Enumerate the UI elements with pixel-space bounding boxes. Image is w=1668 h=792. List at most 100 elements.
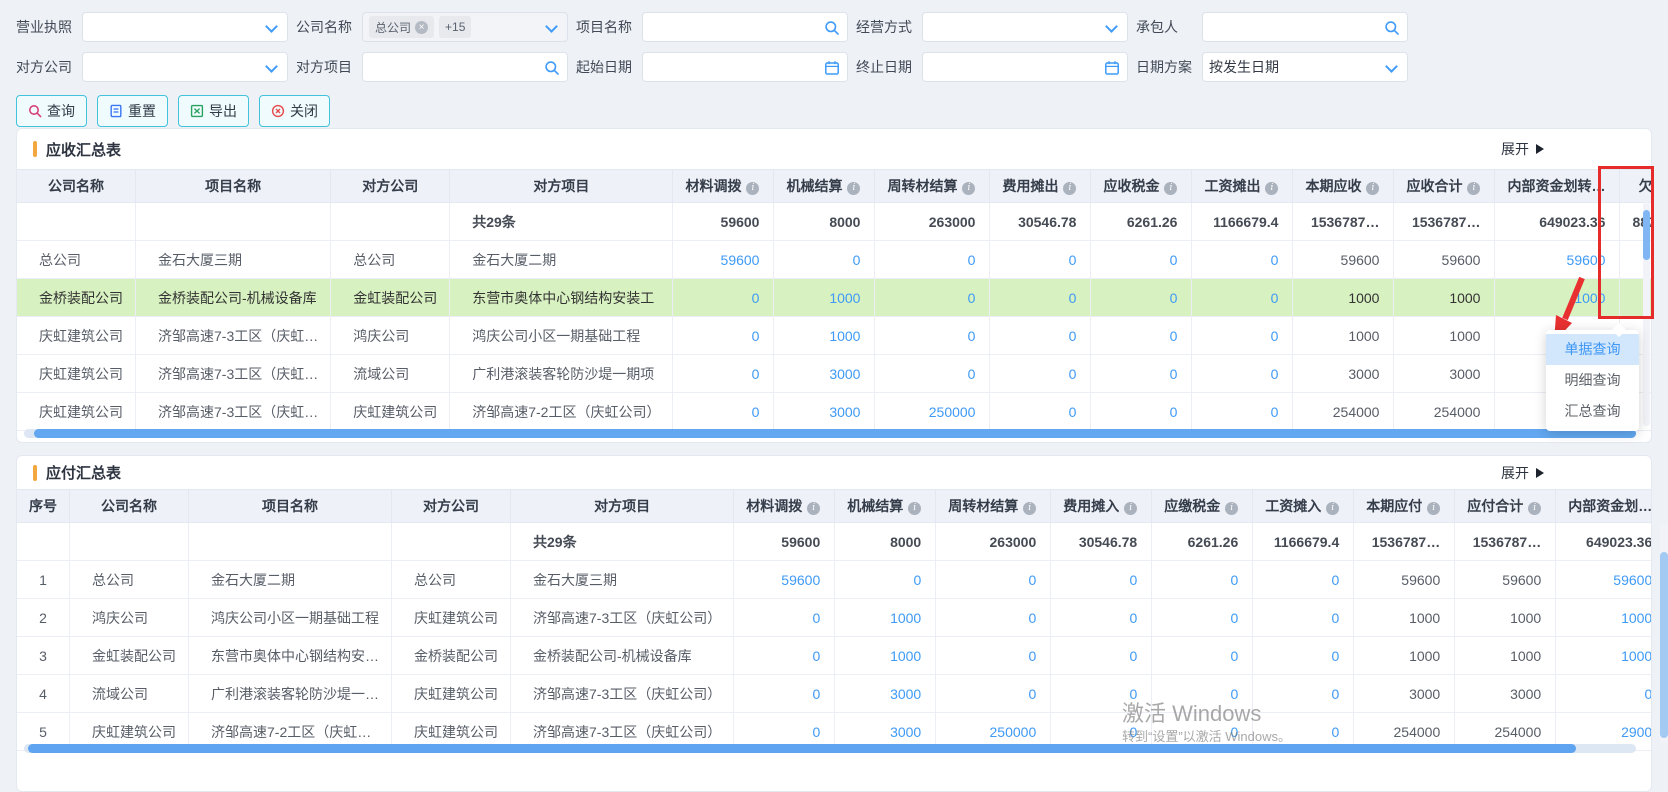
scrollbar-thumb[interactable] — [28, 744, 1576, 753]
amount-link[interactable]: 0 — [1028, 572, 1036, 588]
amount-link[interactable]: 3000 — [890, 686, 921, 702]
company-name-select[interactable]: 总公司 × +15 — [362, 12, 568, 42]
info-icon[interactable]: i — [1164, 182, 1177, 195]
amount-link[interactable]: 0 — [1129, 686, 1137, 702]
table-row[interactable]: 3金虹装配公司东营市奥体中心钢结构安…金桥装配公司金桥装配公司-机械设备库010… — [17, 637, 1651, 675]
amount-link[interactable]: 0 — [1028, 686, 1036, 702]
amount-link[interactable]: 0 — [752, 290, 760, 306]
expand-toggle[interactable]: 展开 — [1501, 463, 1544, 483]
amount-link[interactable]: 3000 — [829, 366, 860, 382]
table-row[interactable]: 金桥装配公司金桥装配公司-机械设备库金虹装配公司东营市奥体中心钢结构安装工010… — [17, 279, 1651, 317]
table-row[interactable]: 1总公司金石大厦二期总公司金石大厦三期596000000059600596005… — [17, 561, 1651, 599]
amount-link[interactable]: 0 — [1129, 724, 1137, 740]
amount-link[interactable]: 0 — [1331, 572, 1339, 588]
amount-link[interactable]: 1000 — [890, 648, 921, 664]
amount-link[interactable]: 2900 — [1621, 724, 1651, 740]
query-button[interactable]: 查询 — [16, 95, 87, 127]
amount-link[interactable]: 0 — [752, 366, 760, 382]
expand-toggle[interactable]: 展开 — [1501, 139, 1544, 159]
amount-link[interactable]: 1000 — [890, 610, 921, 626]
scrollbar-thumb[interactable] — [1660, 552, 1668, 738]
info-icon[interactable]: i — [1023, 502, 1036, 515]
amount-link[interactable]: 0 — [1129, 572, 1137, 588]
counterparty-project-search-input[interactable] — [362, 52, 568, 82]
amount-link[interactable]: 1000 — [829, 328, 860, 344]
close-button[interactable]: 关闭 — [259, 95, 330, 127]
info-icon[interactable]: i — [1326, 502, 1339, 515]
end-date-input[interactable] — [922, 52, 1128, 82]
amount-link[interactable]: 0 — [1028, 648, 1036, 664]
amount-link[interactable]: 0 — [1069, 290, 1077, 306]
amount-link[interactable]: 0 — [1331, 610, 1339, 626]
amount-link[interactable]: 0 — [812, 610, 820, 626]
amount-link[interactable]: 0 — [1069, 366, 1077, 382]
amount-link[interactable]: 0 — [812, 724, 820, 740]
amount-link[interactable]: 3000 — [890, 724, 921, 740]
amount-link[interactable]: 59600 — [1613, 572, 1651, 588]
amount-link[interactable]: 0 — [913, 572, 921, 588]
amount-link[interactable]: 0 — [1271, 290, 1279, 306]
amount-link[interactable]: 250000 — [929, 404, 976, 420]
amount-link[interactable]: 0 — [1028, 610, 1036, 626]
info-icon[interactable]: i — [908, 502, 921, 515]
reset-button[interactable]: 重置 — [97, 95, 168, 127]
amount-link[interactable]: 0 — [812, 648, 820, 664]
counterparty-company-select[interactable] — [82, 52, 288, 82]
vertical-scrollbar[interactable] — [1660, 523, 1668, 744]
info-icon[interactable]: i — [1528, 502, 1541, 515]
info-icon[interactable]: i — [1225, 502, 1238, 515]
amount-link[interactable]: 0 — [1170, 290, 1178, 306]
amount-link[interactable]: 0 — [968, 252, 976, 268]
export-button[interactable]: 导出 — [178, 95, 249, 127]
table-row[interactable]: 4流域公司广利港滚装客轮防沙堤一…庆虹建筑公司济邹高速7-3工区（庆虹公司）03… — [17, 675, 1651, 713]
amount-link[interactable]: 0 — [752, 404, 760, 420]
horizontal-scrollbar[interactable] — [24, 429, 1636, 438]
amount-link[interactable]: 0 — [968, 366, 976, 382]
menu-item-document-query[interactable]: 单据查询 — [1546, 334, 1639, 365]
horizontal-scrollbar[interactable] — [24, 744, 1636, 753]
start-date-input[interactable] — [642, 52, 848, 82]
amount-link[interactable]: 0 — [1271, 252, 1279, 268]
info-icon[interactable]: i — [962, 182, 975, 195]
table-row[interactable]: 总公司金石大厦三期总公司金石大厦二期5960000000596005960059… — [17, 241, 1651, 279]
amount-link[interactable]: 0 — [1271, 404, 1279, 420]
amount-link[interactable]: 0 — [968, 290, 976, 306]
amount-link[interactable]: 0 — [1170, 366, 1178, 382]
amount-link[interactable]: 0 — [968, 328, 976, 344]
amount-link[interactable]: 0 — [1170, 404, 1178, 420]
amount-link[interactable]: 59600 — [721, 252, 760, 268]
table-row[interactable]: 庆虹建筑公司济邹高速7-3工区（庆虹…庆虹建筑公司济邹高速7-2工区（庆虹公司）… — [17, 393, 1651, 431]
contractor-search-input[interactable] — [1202, 12, 1408, 42]
info-icon[interactable]: i — [807, 502, 820, 515]
info-icon[interactable]: i — [1366, 182, 1379, 195]
amount-link[interactable]: 0 — [1230, 572, 1238, 588]
operation-mode-select[interactable] — [922, 12, 1128, 42]
info-icon[interactable]: i — [847, 182, 860, 195]
info-icon[interactable]: i — [1124, 502, 1137, 515]
amount-link[interactable]: 0 — [1230, 686, 1238, 702]
info-icon[interactable]: i — [746, 182, 759, 195]
amount-link[interactable]: 0 — [1170, 328, 1178, 344]
table-row[interactable]: 庆虹建筑公司济邹高速7-3工区（庆虹…流域公司广利港滚装客轮防沙堤一期项0300… — [17, 355, 1651, 393]
amount-link[interactable]: 0 — [1271, 366, 1279, 382]
amount-link[interactable]: 0 — [1170, 252, 1178, 268]
amount-link[interactable]: 3000 — [829, 404, 860, 420]
info-icon[interactable]: i — [1467, 182, 1480, 195]
amount-link[interactable]: 0 — [1331, 648, 1339, 664]
info-icon[interactable]: i — [1427, 502, 1440, 515]
amount-link[interactable]: 1000 — [1621, 610, 1651, 626]
menu-item-detail-query[interactable]: 明细查询 — [1546, 365, 1639, 396]
amount-link[interactable]: 0 — [1271, 328, 1279, 344]
amount-link[interactable]: 0 — [1069, 328, 1077, 344]
amount-link[interactable]: 0 — [1331, 724, 1339, 740]
project-name-search-input[interactable] — [642, 12, 848, 42]
amount-link[interactable]: 0 — [1230, 724, 1238, 740]
amount-link[interactable]: 0 — [1069, 404, 1077, 420]
amount-link[interactable]: 0 — [1644, 686, 1651, 702]
amount-link[interactable]: 0 — [1129, 648, 1137, 664]
amount-link[interactable]: 1000 — [829, 290, 860, 306]
amount-link[interactable]: 0 — [1069, 252, 1077, 268]
amount-link[interactable]: 0 — [1230, 610, 1238, 626]
business-license-select[interactable] — [82, 12, 288, 42]
date-scheme-select[interactable]: 按发生日期 — [1202, 52, 1408, 82]
